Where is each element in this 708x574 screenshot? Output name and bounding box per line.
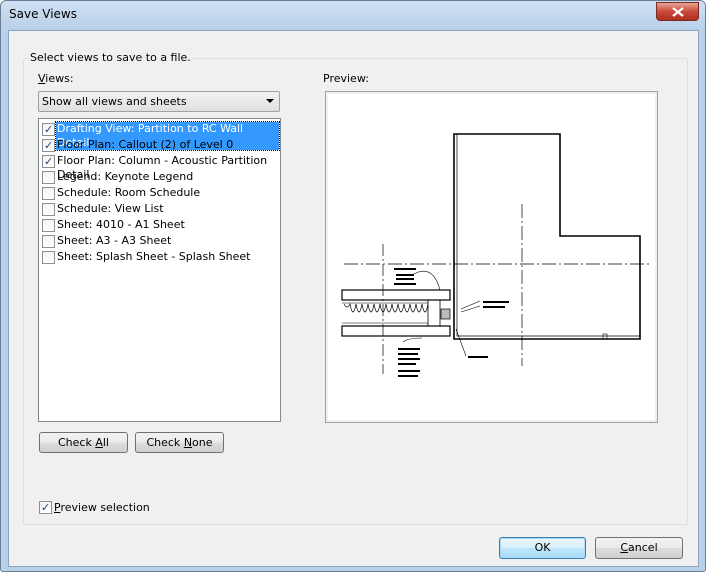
item-checkbox[interactable] [42,187,55,200]
list-item[interactable]: Sheet: A3 - A3 Sheet [40,233,279,249]
item-label: Sheet: Splash Sheet - Splash Sheet [57,250,251,263]
drafting-detail-drawing [341,133,650,377]
title-bar[interactable]: Save Views [1,1,705,29]
preview-selection-label: Preview selection [54,501,150,514]
item-checkbox[interactable] [42,235,55,248]
preview-selection-box[interactable]: ✓ [39,501,52,514]
list-item[interactable]: ✓ Drafting View: Partition to RC Wall De… [40,121,280,151]
list-item[interactable]: ✓ Floor Plan: Column - Acoustic Partitio… [40,153,279,181]
checkmark-icon: ✓ [44,139,54,152]
check-all-button[interactable]: Check All [39,432,128,453]
item-label: Schedule: Room Schedule [57,186,201,199]
item-checkbox[interactable] [42,251,55,264]
item-checkbox[interactable] [42,203,55,216]
checkmark-icon: ✓ [44,123,54,136]
preview-pane [325,91,658,423]
preview-canvas [328,94,655,420]
dropdown-arrow-icon [266,99,274,103]
list-item[interactable]: Legend: Keynote Legend [40,169,279,185]
item-label: Schedule: View List [57,202,164,215]
instruction-label: Select views to save to a file. [29,51,192,64]
list-item[interactable]: Schedule: View List [40,201,279,217]
item-checkbox[interactable] [42,171,55,184]
item-label: Floor Plan: Callout (2) of Level 0 [57,138,234,151]
check-none-button[interactable]: Check None [135,432,224,453]
item-label: Legend: Keynote Legend [57,170,194,183]
save-views-dialog: Save Views Select views to save to a fil… [0,0,706,572]
close-button[interactable] [656,2,699,21]
window-title: Save Views [9,7,77,21]
list-item[interactable]: Sheet: Splash Sheet - Splash Sheet [40,249,279,265]
cancel-button[interactable]: Cancel [595,537,683,559]
views-filter-dropdown[interactable]: Show all views and sheets [38,91,280,112]
views-list[interactable]: ✓ Drafting View: Partition to RC Wall De… [38,118,281,422]
checkmark-icon: ✓ [41,501,51,514]
item-checkbox[interactable] [42,219,55,232]
item-checkbox[interactable]: ✓ [42,155,55,168]
list-item[interactable]: ✓ Floor Plan: Callout (2) of Level 0 [40,137,279,153]
preview-label: Preview: [323,72,369,85]
close-icon [672,7,684,17]
dialog-body: Select views to save to a file. Views: S… [8,30,699,567]
views-filter-value: Show all views and sheets [42,95,187,108]
item-checkbox[interactable]: ✓ [42,123,55,136]
list-item[interactable]: Schedule: Room Schedule [40,185,279,201]
preview-selection-checkbox[interactable]: ✓ Preview selection [39,501,159,517]
item-label: Sheet: A3 - A3 Sheet [57,234,172,247]
list-item[interactable]: Sheet: 4010 - A1 Sheet [40,217,279,233]
item-label: Sheet: 4010 - A1 Sheet [57,218,185,231]
checkmark-icon: ✓ [44,155,54,168]
views-label: Views: [38,72,74,85]
ok-button[interactable]: OK [499,537,586,559]
item-checkbox[interactable]: ✓ [42,139,55,152]
